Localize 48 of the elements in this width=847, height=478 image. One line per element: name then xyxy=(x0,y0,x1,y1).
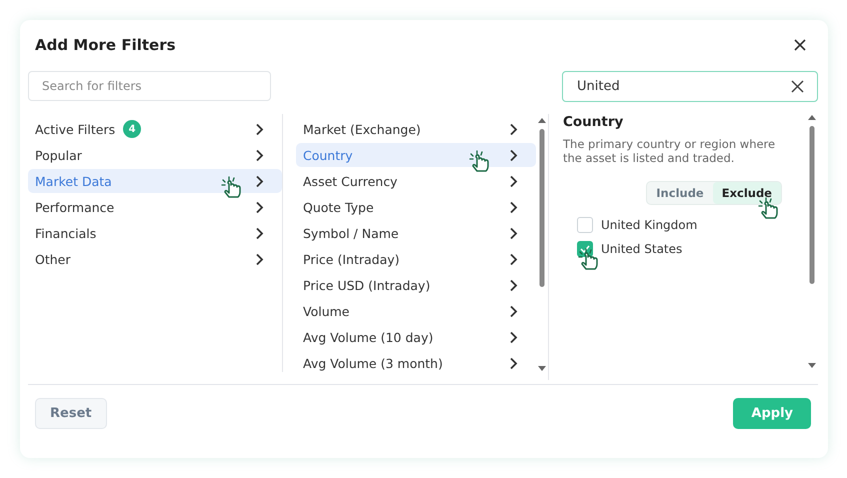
toggle-option[interactable]: Include xyxy=(647,182,713,204)
chevron-right-icon xyxy=(509,252,518,266)
chevron-right-icon xyxy=(509,200,518,214)
chevron-right-icon xyxy=(509,356,518,370)
chevron-right-icon xyxy=(255,174,264,188)
category-item[interactable]: Popular xyxy=(28,143,282,167)
chevron-right-icon xyxy=(509,226,518,240)
filter-field-item[interactable]: Price USD (Intraday) xyxy=(296,273,536,297)
filter-field-item[interactable]: Volume xyxy=(296,299,536,323)
filter-field-item[interactable]: Market (Exchange) xyxy=(296,117,536,141)
clear-icon[interactable] xyxy=(791,80,804,93)
chevron-right-icon xyxy=(255,226,264,240)
category-label: Active Filters xyxy=(35,122,116,136)
toggle-option[interactable]: Exclude xyxy=(712,182,781,204)
chevron-right-icon xyxy=(509,174,518,188)
category-item-row[interactable]: Active Filters 4 xyxy=(28,117,282,141)
category-item[interactable]: Other xyxy=(28,247,282,271)
count-badge: 4 xyxy=(123,120,142,138)
filter-field-item[interactable]: Symbol / Name xyxy=(296,221,536,245)
dialog-title: Add More Filters xyxy=(35,36,176,54)
check-icon xyxy=(580,245,590,253)
chevron-right-icon xyxy=(255,200,264,214)
scrollbar[interactable] xyxy=(537,117,547,372)
chevron-right-icon xyxy=(255,148,264,162)
chevron-right-icon xyxy=(255,252,264,266)
chevron-right-icon xyxy=(509,122,518,136)
chevron-right-icon xyxy=(255,122,264,136)
option-label: United States xyxy=(601,242,682,256)
filter-title: Country xyxy=(563,114,624,130)
checkbox[interactable] xyxy=(577,217,593,233)
close-icon[interactable] xyxy=(792,37,808,53)
category-item[interactable]: Performance xyxy=(28,195,282,219)
chevron-right-icon xyxy=(509,304,518,318)
value-search-field[interactable]: United xyxy=(562,71,818,102)
filter-field-item[interactable]: Avg Volume (10 day) xyxy=(296,325,536,349)
category-item[interactable]: Financials xyxy=(28,221,282,245)
reset-button[interactable]: Reset xyxy=(35,398,107,429)
filter-description: The primary country or region where the asset is listed and traded. xyxy=(563,137,776,165)
chevron-right-icon xyxy=(509,278,518,292)
search-field[interactable]: Search for filters xyxy=(28,71,271,101)
filter-field-item[interactable]: Quote Type xyxy=(296,195,536,219)
chevron-right-icon xyxy=(509,148,518,162)
scrollbar[interactable] xyxy=(807,114,817,369)
filter-field-item[interactable]: Avg Volume (3 month) xyxy=(296,351,536,375)
chevron-right-icon xyxy=(509,330,518,344)
filter-field-item[interactable]: Price (Intraday) xyxy=(296,247,536,271)
filter-field-item[interactable]: Asset Currency xyxy=(296,169,536,193)
option-label: United Kingdom xyxy=(601,218,698,232)
